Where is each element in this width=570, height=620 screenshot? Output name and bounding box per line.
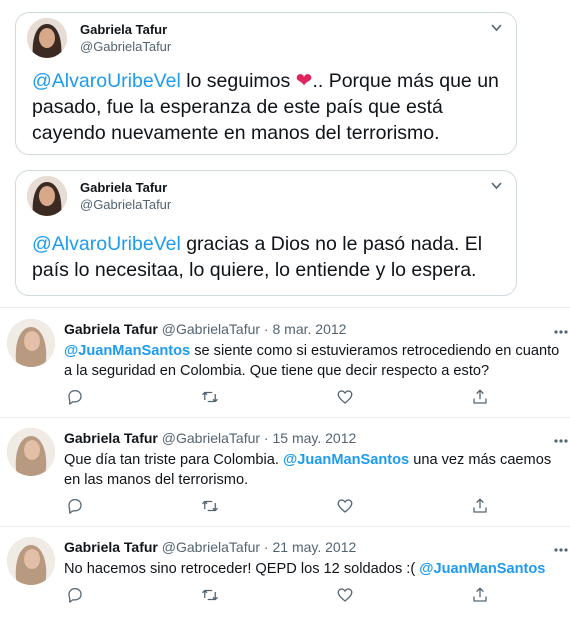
retweet-icon[interactable] [201, 497, 221, 517]
author-handle[interactable]: @GabrielaTafur [162, 430, 260, 446]
avatar[interactable] [7, 428, 55, 476]
tweet-header: Gabriela Tafur @GabrielaTafur · 15 may. … [64, 430, 357, 446]
like-icon[interactable] [336, 586, 356, 606]
reply-icon[interactable] [66, 388, 86, 408]
share-icon[interactable] [471, 497, 491, 517]
quoted-tweet-card[interactable]: Gabriela Tafur @GabrielaTafur @AlvaroUri… [15, 12, 517, 155]
tweet-header: Gabriela Tafur @GabrielaTafur · 21 may. … [64, 539, 357, 555]
retweet-icon[interactable] [201, 586, 221, 606]
tweet[interactable]: Gabriela Tafur @GabrielaTafur · 15 may. … [0, 428, 570, 524]
like-icon[interactable] [336, 497, 356, 517]
divider [0, 307, 570, 308]
author-handle[interactable]: @GabrielaTafur [80, 197, 171, 212]
divider [0, 526, 570, 527]
mention-link[interactable]: @JuanManSantos [283, 452, 409, 468]
quoted-tweet-card[interactable]: Gabriela Tafur @GabrielaTafur @AlvaroUri… [15, 170, 517, 296]
reply-icon[interactable] [66, 497, 86, 517]
author-name[interactable]: Gabriela Tafur [64, 321, 158, 337]
divider [0, 417, 570, 418]
more-icon[interactable] [554, 321, 568, 337]
avatar[interactable] [7, 537, 55, 585]
reply-icon[interactable] [66, 586, 86, 606]
tweet-text: @AlvaroUribeVel gracias a Dios no le pas… [32, 233, 483, 281]
author-handle[interactable]: @GabrielaTafur [80, 39, 171, 54]
chevron-down-icon[interactable] [491, 181, 502, 193]
action-bar [64, 388, 504, 408]
tweet-text: @JuanManSantos se siente como si estuvie… [64, 343, 560, 379]
action-bar [64, 586, 504, 606]
tweet-text: No hacemos sino retroceder! QEPD los 12 … [64, 561, 546, 577]
tweet-text: @AlvaroUribeVel lo seguimos ❤.. Porque m… [32, 70, 499, 144]
tweet-date[interactable]: 21 may. 2012 [273, 539, 357, 555]
tweet[interactable]: Gabriela Tafur @GabrielaTafur · 8 mar. 2… [0, 319, 570, 415]
author-name[interactable]: Gabriela Tafur [80, 22, 167, 37]
tweet-text: Que día tan triste para Colombia. @JuanM… [64, 452, 552, 488]
tweet[interactable]: Gabriela Tafur @GabrielaTafur · 21 may. … [0, 537, 570, 617]
action-bar [64, 497, 504, 517]
mention-link[interactable]: @JuanManSantos [64, 343, 190, 359]
tweet-date[interactable]: 15 may. 2012 [273, 430, 357, 446]
author-name[interactable]: Gabriela Tafur [64, 430, 158, 446]
author-name[interactable]: Gabriela Tafur [80, 180, 167, 195]
author-name[interactable]: Gabriela Tafur [64, 539, 158, 555]
more-icon[interactable] [554, 539, 568, 555]
mention-link[interactable]: @JuanManSantos [419, 561, 545, 577]
mention-link[interactable]: @AlvaroUribeVel [32, 233, 181, 255]
retweet-icon[interactable] [201, 388, 221, 408]
tweet-header: Gabriela Tafur @GabrielaTafur · 8 mar. 2… [64, 321, 347, 337]
avatar[interactable] [27, 176, 67, 216]
mention-link[interactable]: @AlvaroUribeVel [32, 70, 181, 92]
heart-emoji-icon: ❤ [295, 70, 313, 92]
avatar[interactable] [27, 18, 67, 58]
share-icon[interactable] [471, 388, 491, 408]
more-icon[interactable] [554, 430, 568, 446]
tweet-date[interactable]: 8 mar. 2012 [273, 321, 347, 337]
avatar[interactable] [7, 319, 55, 367]
author-handle[interactable]: @GabrielaTafur [162, 539, 260, 555]
like-icon[interactable] [336, 388, 356, 408]
share-icon[interactable] [471, 586, 491, 606]
author-handle[interactable]: @GabrielaTafur [162, 321, 260, 337]
chevron-down-icon[interactable] [491, 23, 502, 35]
